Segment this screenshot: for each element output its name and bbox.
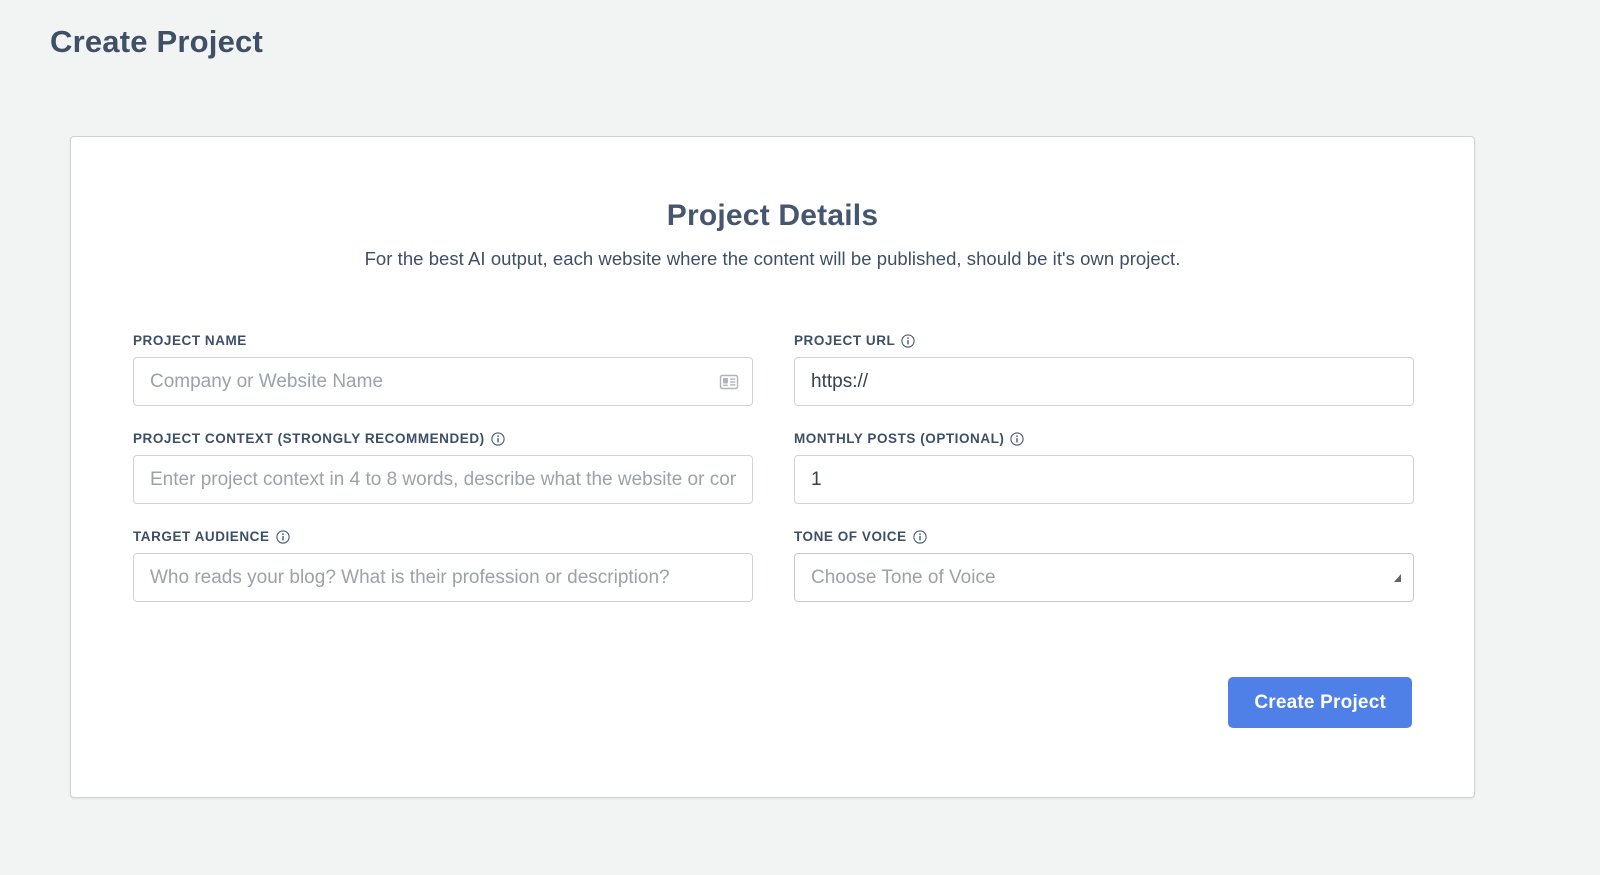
project-name-label: PROJECT NAME [133, 333, 753, 348]
field-target-audience: TARGET AUDIENCE [133, 529, 753, 602]
field-project-url: PROJECT URL [794, 333, 1414, 406]
form-right-column: PROJECT URL https:// MONTHLY POSTS (OPTI… [794, 333, 1414, 627]
project-details-card: Project Details For the best AI output, … [70, 136, 1475, 798]
create-project-page: Create Project Project Details For the b… [0, 0, 1600, 875]
target-audience-label-text: TARGET AUDIENCE [133, 529, 270, 544]
project-context-label: PROJECT CONTEXT (STRONGLY RECOMMENDED) [133, 431, 753, 446]
target-audience-input-wrap [133, 553, 753, 602]
field-project-context: PROJECT CONTEXT (STRONGLY RECOMMENDED) [133, 431, 753, 504]
tone-of-voice-select-wrap [794, 553, 1414, 602]
form-left-column: PROJECT NAME Company or Website Name PRO… [133, 333, 753, 627]
project-name-label-text: PROJECT NAME [133, 333, 247, 348]
create-project-button[interactable]: Create Project [1228, 677, 1412, 728]
info-circle-icon[interactable] [275, 529, 290, 544]
info-circle-icon[interactable] [491, 431, 505, 446]
project-context-input[interactable] [133, 455, 753, 504]
target-audience-label: TARGET AUDIENCE [133, 529, 753, 544]
monthly-posts-input[interactable] [794, 455, 1414, 504]
tone-of-voice-select[interactable] [794, 553, 1414, 602]
project-url-input[interactable] [794, 357, 1414, 406]
info-circle-icon[interactable] [901, 333, 915, 348]
info-circle-icon[interactable] [913, 529, 927, 544]
field-project-name: PROJECT NAME [133, 333, 753, 406]
field-tone-of-voice: TONE OF VOICE [794, 529, 1414, 602]
card-title: Project Details [666, 199, 879, 232]
target-audience-input[interactable] [133, 553, 753, 602]
project-name-input-wrap [133, 357, 753, 406]
monthly-posts-label: MONTHLY POSTS (OPTIONAL) [794, 431, 1414, 446]
info-circle-icon[interactable] [1010, 431, 1025, 446]
project-form: PROJECT NAME Company or Website Name PRO… [133, 333, 1414, 627]
tone-of-voice-label-text: TONE OF VOICE [794, 529, 907, 544]
card-footer: Create Project [1228, 677, 1412, 728]
monthly-posts-input-wrap [794, 455, 1414, 504]
project-name-input[interactable] [133, 357, 753, 406]
tone-of-voice-label: TONE OF VOICE [794, 529, 1414, 544]
project-context-input-wrap [133, 455, 753, 504]
card-subtitle: For the best AI output, each website whe… [364, 248, 1181, 269]
project-context-label-text: PROJECT CONTEXT (STRONGLY RECOMMENDED) [133, 431, 485, 446]
project-url-input-wrap [794, 357, 1414, 406]
project-url-label-text: PROJECT URL [794, 333, 896, 348]
project-url-label: PROJECT URL [794, 333, 1414, 348]
field-monthly-posts: MONTHLY POSTS (OPTIONAL) [794, 431, 1414, 504]
monthly-posts-label-text: MONTHLY POSTS (OPTIONAL) [794, 431, 1005, 446]
page-title: Create Project [50, 24, 264, 59]
